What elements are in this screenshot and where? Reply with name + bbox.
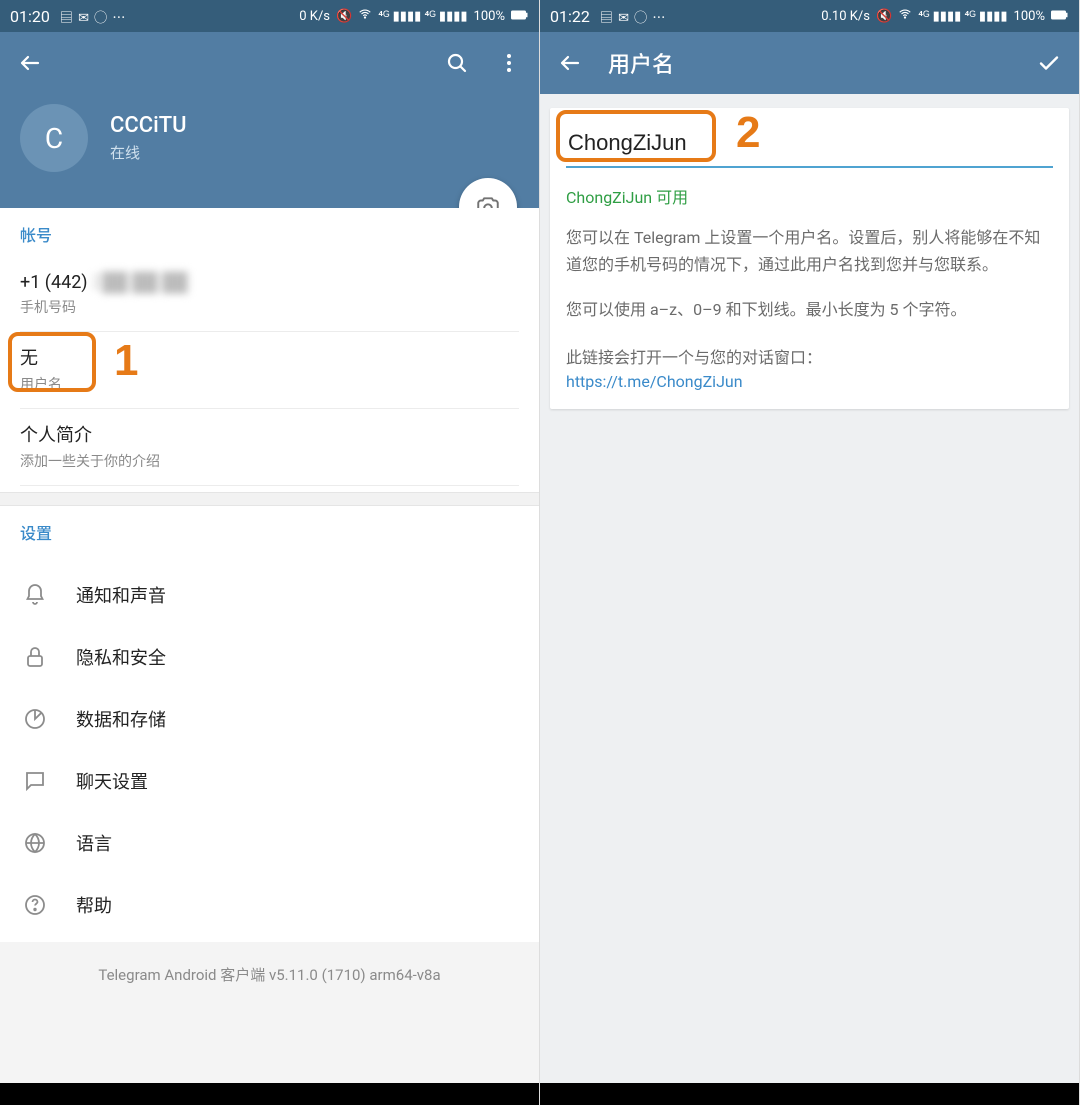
status-signal-icon: ⁴ᴳ ▮▮▮▮ ⁴ᴳ ▮▮▮▮ — [918, 8, 1007, 24]
settings-item-language[interactable]: 语言 — [0, 812, 539, 874]
status-net: 0.10 K/s — [821, 9, 870, 24]
status-battery-text: 100% — [474, 9, 505, 24]
settings-item-chat[interactable]: 聊天设置 — [0, 750, 539, 812]
settings-item-data[interactable]: 数据和存储 — [0, 688, 539, 750]
android-navbar — [540, 1083, 1079, 1105]
android-navbar — [0, 1083, 539, 1105]
app-bar: 用户名 — [540, 32, 1079, 94]
back-button[interactable] — [16, 49, 44, 77]
help-icon — [22, 892, 48, 918]
confirm-button[interactable] — [1035, 49, 1063, 77]
status-net: 0 K/s — [299, 9, 330, 24]
settings-list: 通知和声音 隐私和安全 数据和存储 聊天设置 语言 帮助 — [0, 558, 539, 942]
username-row[interactable]: 无 用户名 — [20, 332, 519, 409]
globe-icon — [22, 830, 48, 856]
settings-header: 设置 — [20, 520, 519, 544]
pie-icon — [22, 706, 48, 732]
status-signal-icon: ⁴ᴳ ▮▮▮▮ ⁴ᴳ ▮▮▮▮ — [378, 8, 467, 24]
app-bar — [0, 32, 539, 94]
account-section: 帐号 +1 (442) 2██ ██ ██ 手机号码 无 用户名 个人简介 添加… — [0, 208, 539, 492]
search-button[interactable] — [443, 49, 471, 77]
profile-name: CCCiTU — [110, 113, 187, 138]
settings-label: 帮助 — [76, 892, 112, 918]
status-battery-icon — [1051, 9, 1069, 24]
username-availability: ChongZiJun 可用 — [550, 170, 1069, 212]
status-battery-icon — [511, 9, 529, 24]
settings-label: 数据和存储 — [76, 706, 166, 732]
status-bar: 01:22 ▤ ✉ ◯ ⋯ 0.10 K/s 🔇 ⁴ᴳ ▮▮▮▮ ⁴ᴳ ▮▮▮▮… — [540, 0, 1079, 32]
username-label: 用户名 — [20, 374, 519, 394]
profile-status: 在线 — [110, 142, 187, 163]
username-desc-1: 您可以在 Telegram 上设置一个用户名。设置后，别人将能够在不知道您的手机… — [550, 212, 1069, 282]
left-screen: 01:20 ▤ ✉ ◯ ⋯ 0 K/s 🔇 ⁴ᴳ ▮▮▮▮ ⁴ᴳ ▮▮▮▮ 10… — [0, 0, 540, 1105]
status-notif-icons: ▤ ✉ ◯ ⋯ — [600, 7, 667, 26]
username-desc-2: 您可以使用 a–z、0–9 和下划线。最小长度为 5 个字符。 — [550, 282, 1069, 327]
bio-label: 添加一些关于你的介绍 — [20, 451, 519, 471]
right-screen: 01:22 ▤ ✉ ◯ ⋯ 0.10 K/s 🔇 ⁴ᴳ ▮▮▮▮ ⁴ᴳ ▮▮▮▮… — [540, 0, 1080, 1105]
settings-section: 设置 — [0, 506, 539, 558]
status-wifi-icon — [358, 7, 372, 25]
status-notif-icons: ▤ ✉ ◯ ⋯ — [60, 7, 127, 26]
settings-item-help[interactable]: 帮助 — [0, 874, 539, 936]
profile-header: C CCCiTU 在线 — [0, 94, 539, 208]
status-mute-icon: 🔇 — [876, 9, 892, 24]
bell-icon — [22, 582, 48, 608]
back-button[interactable] — [556, 49, 584, 77]
status-wifi-icon — [898, 7, 912, 25]
status-mute-icon: 🔇 — [336, 9, 352, 24]
username-link[interactable]: https://t.me/ChongZiJun — [550, 368, 1069, 409]
settings-label: 隐私和安全 — [76, 644, 166, 670]
bio-row[interactable]: 个人简介 添加一些关于你的介绍 — [20, 409, 519, 486]
username-input[interactable] — [566, 120, 1053, 168]
settings-item-notifications[interactable]: 通知和声音 — [0, 564, 539, 626]
username-card: ChongZiJun 可用 您可以在 Telegram 上设置一个用户名。设置后… — [550, 108, 1069, 409]
phone-blurred: 2 — [92, 272, 102, 293]
phone-row[interactable]: +1 (442) 2██ ██ ██ 手机号码 — [20, 260, 519, 332]
avatar[interactable]: C — [20, 104, 88, 172]
status-clock: 01:22 — [550, 7, 590, 26]
section-divider — [0, 492, 539, 506]
account-header: 帐号 — [20, 222, 519, 246]
status-battery-text: 100% — [1014, 9, 1045, 24]
more-button[interactable] — [495, 49, 523, 77]
lock-icon — [22, 644, 48, 670]
page-title: 用户名 — [608, 47, 1011, 79]
bio-value: 个人简介 — [20, 421, 519, 447]
username-editor-body: ChongZiJun 可用 您可以在 Telegram 上设置一个用户名。设置后… — [540, 94, 1079, 1083]
app-version: Telegram Android 客户端 v5.11.0 (1710) arm6… — [0, 942, 539, 1083]
username-link-label: 此链接会打开一个与您的对话窗口： — [550, 328, 1069, 368]
settings-label: 通知和声音 — [76, 582, 166, 608]
username-value: 无 — [20, 344, 519, 370]
chat-icon — [22, 768, 48, 794]
status-clock: 01:20 — [10, 7, 50, 26]
settings-item-privacy[interactable]: 隐私和安全 — [0, 626, 539, 688]
settings-label: 语言 — [76, 830, 112, 856]
phone-label: 手机号码 — [20, 297, 519, 317]
status-bar: 01:20 ▤ ✉ ◯ ⋯ 0 K/s 🔇 ⁴ᴳ ▮▮▮▮ ⁴ᴳ ▮▮▮▮ 10… — [0, 0, 539, 32]
settings-label: 聊天设置 — [76, 768, 148, 794]
phone-prefix: +1 (442) — [20, 272, 92, 293]
